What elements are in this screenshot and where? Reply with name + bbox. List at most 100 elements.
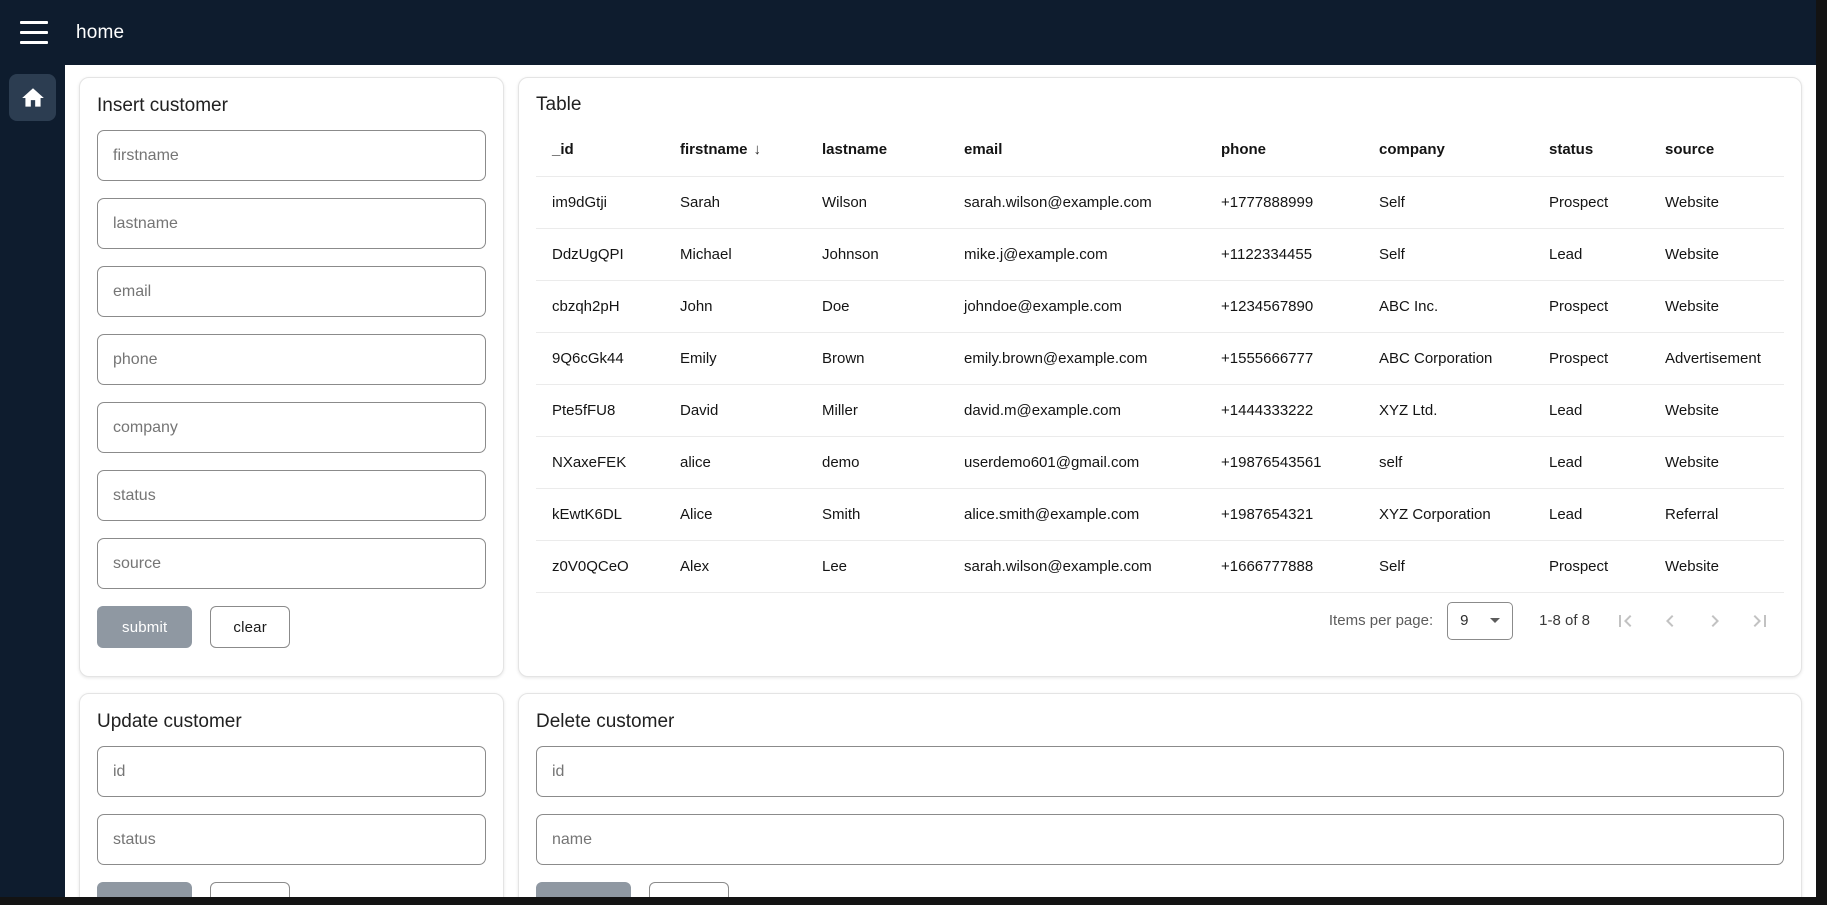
insert-email-input[interactable]: [97, 266, 486, 317]
menu-button[interactable]: [20, 21, 50, 44]
insert-button-row: submit clear: [97, 606, 486, 648]
insert-status-input[interactable]: [97, 470, 486, 521]
home-icon: [20, 85, 46, 111]
cell-source: Website: [1649, 228, 1784, 280]
cell-email: sarah.wilson@example.com: [948, 176, 1205, 228]
cell-id: z0V0QCeO: [536, 540, 664, 592]
page-title: home: [76, 22, 124, 44]
cell-phone: +1987654321: [1205, 488, 1363, 540]
column-header-label: _id: [552, 141, 574, 158]
column-header-source[interactable]: source: [1649, 124, 1784, 176]
cell-lastname: Smith: [806, 488, 948, 540]
insert-submit-button[interactable]: submit: [97, 606, 192, 648]
update-submit-button[interactable]: submit: [97, 882, 192, 897]
update-button-row: submit clear: [97, 882, 486, 897]
cell-phone: +1444333222: [1205, 384, 1363, 436]
first-page-button[interactable]: [1602, 598, 1647, 643]
main-content: Insert customer submit clear Table: [65, 65, 1816, 897]
cell-phone: +1122334455: [1205, 228, 1363, 280]
update-id-input[interactable]: [97, 746, 486, 797]
column-header-label: lastname: [822, 141, 887, 158]
cell-email: userdemo601@gmail.com: [948, 436, 1205, 488]
insert-firstname-input[interactable]: [97, 130, 486, 181]
first-page-icon: [1613, 609, 1637, 633]
insert-phone-input[interactable]: [97, 334, 486, 385]
table-row: Pte5fFU8 David Miller david.m@example.co…: [536, 384, 1784, 436]
cell-lastname: Lee: [806, 540, 948, 592]
last-page-button[interactable]: [1737, 598, 1782, 643]
delete-name-input[interactable]: [536, 814, 1784, 865]
cell-email: sarah.wilson@example.com: [948, 540, 1205, 592]
cell-id: kEwtK6DL: [536, 488, 664, 540]
cell-source: Website: [1649, 280, 1784, 332]
insert-company-input[interactable]: [97, 402, 486, 453]
delete-submit-button[interactable]: submit: [536, 882, 631, 897]
column-header-firstname[interactable]: firstname↓: [664, 124, 806, 176]
update-status-input[interactable]: [97, 814, 486, 865]
cell-source: Referral: [1649, 488, 1784, 540]
column-header-email[interactable]: email: [948, 124, 1205, 176]
cell-firstname: Michael: [664, 228, 806, 280]
cell-status: Lead: [1533, 384, 1649, 436]
previous-page-button[interactable]: [1647, 598, 1692, 643]
column-header-lastname[interactable]: lastname: [806, 124, 948, 176]
update-clear-button[interactable]: clear: [210, 882, 290, 897]
cell-status: Prospect: [1533, 280, 1649, 332]
hamburger-menu-icon: [20, 21, 48, 24]
delete-id-input[interactable]: [536, 746, 1784, 797]
cell-company: Self: [1363, 540, 1533, 592]
column-header-label: source: [1665, 141, 1714, 158]
cell-firstname: Alice: [664, 488, 806, 540]
cell-source: Website: [1649, 436, 1784, 488]
next-page-button[interactable]: [1692, 598, 1737, 643]
cell-status: Prospect: [1533, 332, 1649, 384]
items-per-page-label: Items per page:: [1329, 612, 1433, 629]
insert-card-title: Insert customer: [97, 95, 486, 117]
cell-lastname: Johnson: [806, 228, 948, 280]
cell-lastname: Wilson: [806, 176, 948, 228]
cell-company: ABC Inc.: [1363, 280, 1533, 332]
update-customer-card: Update customer submit clear: [79, 693, 504, 897]
chevron-right-icon: [1703, 609, 1727, 633]
column-header-label: phone: [1221, 141, 1266, 158]
column-header-label: company: [1379, 141, 1445, 158]
delete-clear-button[interactable]: clear: [649, 882, 729, 897]
cell-company: Self: [1363, 176, 1533, 228]
insert-clear-button[interactable]: clear: [210, 606, 290, 648]
cell-status: Lead: [1533, 228, 1649, 280]
column-header-company[interactable]: company: [1363, 124, 1533, 176]
table-row: NXaxeFEK alice demo userdemo601@gmail.co…: [536, 436, 1784, 488]
delete-customer-card: Delete customer submit clear: [518, 693, 1802, 897]
cell-company: self: [1363, 436, 1533, 488]
page-range-label: 1-8 of 8: [1539, 612, 1590, 629]
sidebar-home-button[interactable]: [9, 74, 56, 121]
update-card-title: Update customer: [97, 711, 486, 733]
delete-button-row: submit clear: [536, 882, 1784, 897]
insert-lastname-input[interactable]: [97, 198, 486, 249]
table-paginator: Items per page: 9 1-8 of 8: [536, 595, 1784, 647]
cell-id: NXaxeFEK: [536, 436, 664, 488]
cell-source: Website: [1649, 540, 1784, 592]
cell-firstname: Emily: [664, 332, 806, 384]
table-card-title: Table: [536, 94, 1784, 116]
insert-source-input[interactable]: [97, 538, 486, 589]
table-row: kEwtK6DL Alice Smith alice.smith@example…: [536, 488, 1784, 540]
page-size-select[interactable]: 9: [1447, 602, 1513, 640]
customers-table: _id firstname↓ lastname email phone comp…: [536, 124, 1784, 593]
cell-id: Pte5fFU8: [536, 384, 664, 436]
column-header-label: email: [964, 141, 1002, 158]
cell-firstname: Sarah: [664, 176, 806, 228]
sort-desc-icon: ↓: [754, 141, 762, 158]
column-header-phone[interactable]: phone: [1205, 124, 1363, 176]
column-header-id[interactable]: _id: [536, 124, 664, 176]
cell-firstname: Alex: [664, 540, 806, 592]
cell-id: im9dGtji: [536, 176, 664, 228]
table-row: DdzUgQPI Michael Johnson mike.j@example.…: [536, 228, 1784, 280]
cell-email: david.m@example.com: [948, 384, 1205, 436]
page-size-value: 9: [1460, 612, 1468, 629]
cell-id: cbzqh2pH: [536, 280, 664, 332]
table-card: Table _id firstname↓ lastname email phon…: [518, 77, 1802, 677]
cell-firstname: John: [664, 280, 806, 332]
column-header-status[interactable]: status: [1533, 124, 1649, 176]
cell-lastname: Miller: [806, 384, 948, 436]
